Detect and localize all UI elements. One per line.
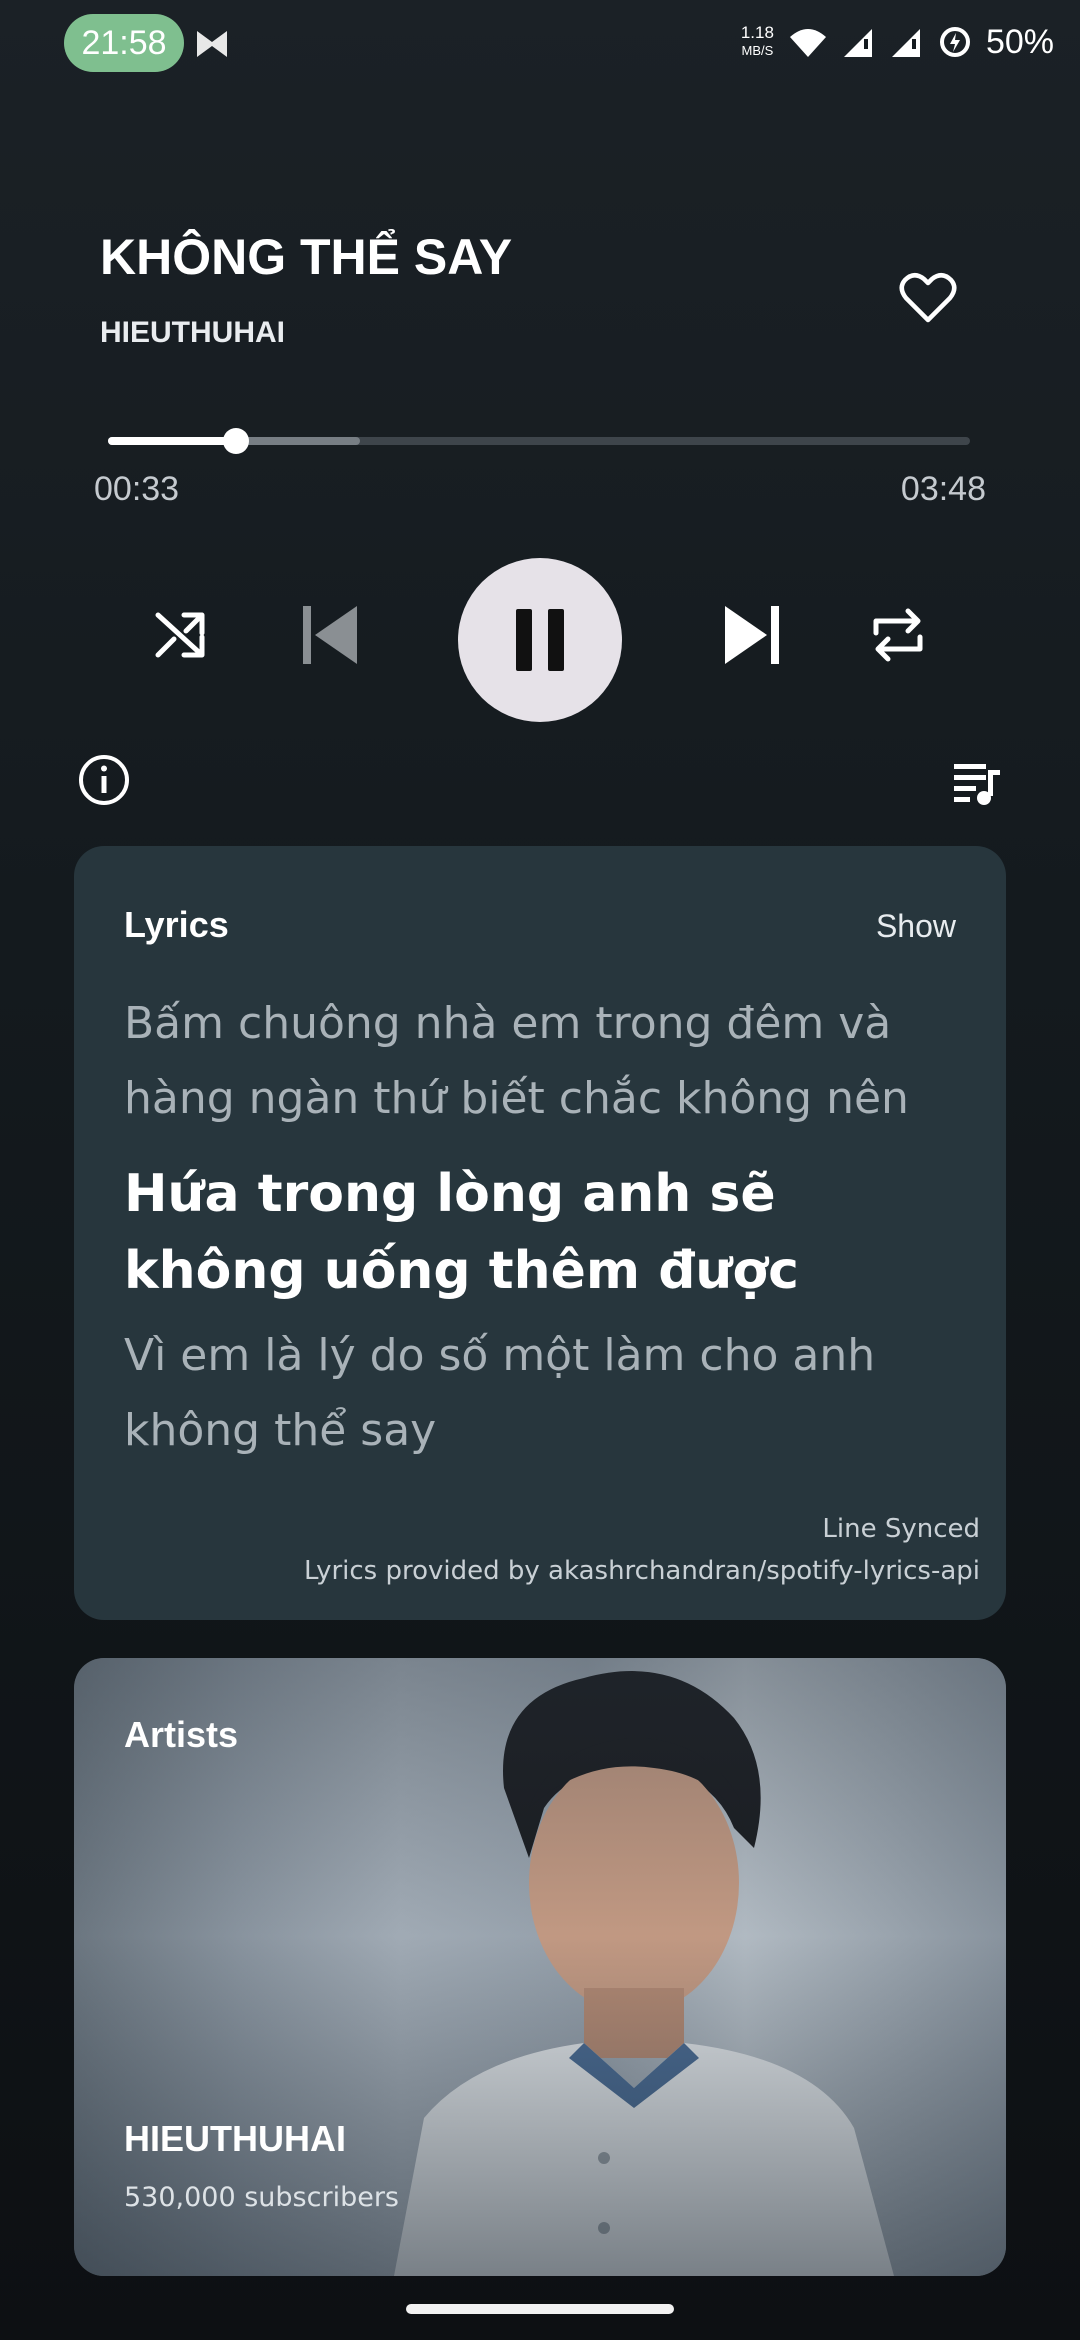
shuffle-icon <box>155 612 205 658</box>
favorite-heart-icon[interactable] <box>896 266 960 330</box>
artists-card[interactable]: Artists HIEUTHUHAI 530,000 subscribers <box>74 1658 1006 2276</box>
artist-subscribers: 530,000 subscribers <box>124 2182 399 2213</box>
app-notification-icon <box>197 31 227 57</box>
cell-signal-icon <box>843 29 872 57</box>
cell-signal-2-icon <box>891 29 920 57</box>
repeat-icon <box>873 608 923 662</box>
battery-percent: 50% <box>985 22 1054 61</box>
lyrics-heading: Lyrics <box>124 904 229 945</box>
progress-fill <box>108 437 236 445</box>
artist-name[interactable]: HIEUTHUHAI <box>124 2118 346 2160</box>
artists-heading: Artists <box>124 1714 239 1755</box>
wifi-icon <box>789 29 826 57</box>
home-indicator[interactable] <box>406 2304 674 2314</box>
status-icons: 1.18 MB/S 50% <box>741 20 1054 64</box>
status-bar: 21:58 1.18 MB/S 50% <box>0 0 1080 90</box>
lyrics-credit: Lyrics provided by akashrchandran/spotif… <box>303 1556 980 1586</box>
total-time: 03:48 <box>900 470 986 508</box>
queue-music-icon[interactable] <box>950 756 1006 812</box>
lyric-next-line: Vì em là lý do số một làm cho anh không … <box>124 1330 876 1456</box>
previous-button[interactable] <box>280 585 380 685</box>
elapsed-time: 00:33 <box>94 470 180 508</box>
shuffle-button[interactable] <box>130 585 230 685</box>
pause-icon <box>516 609 564 671</box>
song-artist[interactable]: HIEUTHUHAI <box>100 316 285 350</box>
lyric-current-line: Hứa trong lòng anh sẽ không uống thêm đư… <box>124 1164 799 1301</box>
progress-thumb[interactable] <box>222 428 249 454</box>
info-icon[interactable] <box>76 752 132 808</box>
skip-next-icon <box>725 606 779 664</box>
lyrics-card[interactable]: Lyrics Show Bấm chuông nhà em trong đêm … <box>74 846 1006 1620</box>
status-time: 21:58 <box>64 14 184 72</box>
repeat-button[interactable] <box>848 585 948 685</box>
song-title: KHÔNG THỂ SAY <box>100 229 513 285</box>
lyrics-sync-type: Line Synced <box>822 1514 980 1544</box>
battery-saver-icon <box>939 27 970 57</box>
next-button[interactable] <box>702 585 802 685</box>
skip-previous-icon <box>303 606 357 664</box>
lyric-previous-line: Bấm chuông nhà em trong đêm và hàng ngàn… <box>124 998 909 1124</box>
lyrics-show-button[interactable]: Show <box>876 908 956 945</box>
network-speed: 1.18 MB/S <box>740 23 774 59</box>
pause-button[interactable] <box>458 558 622 722</box>
